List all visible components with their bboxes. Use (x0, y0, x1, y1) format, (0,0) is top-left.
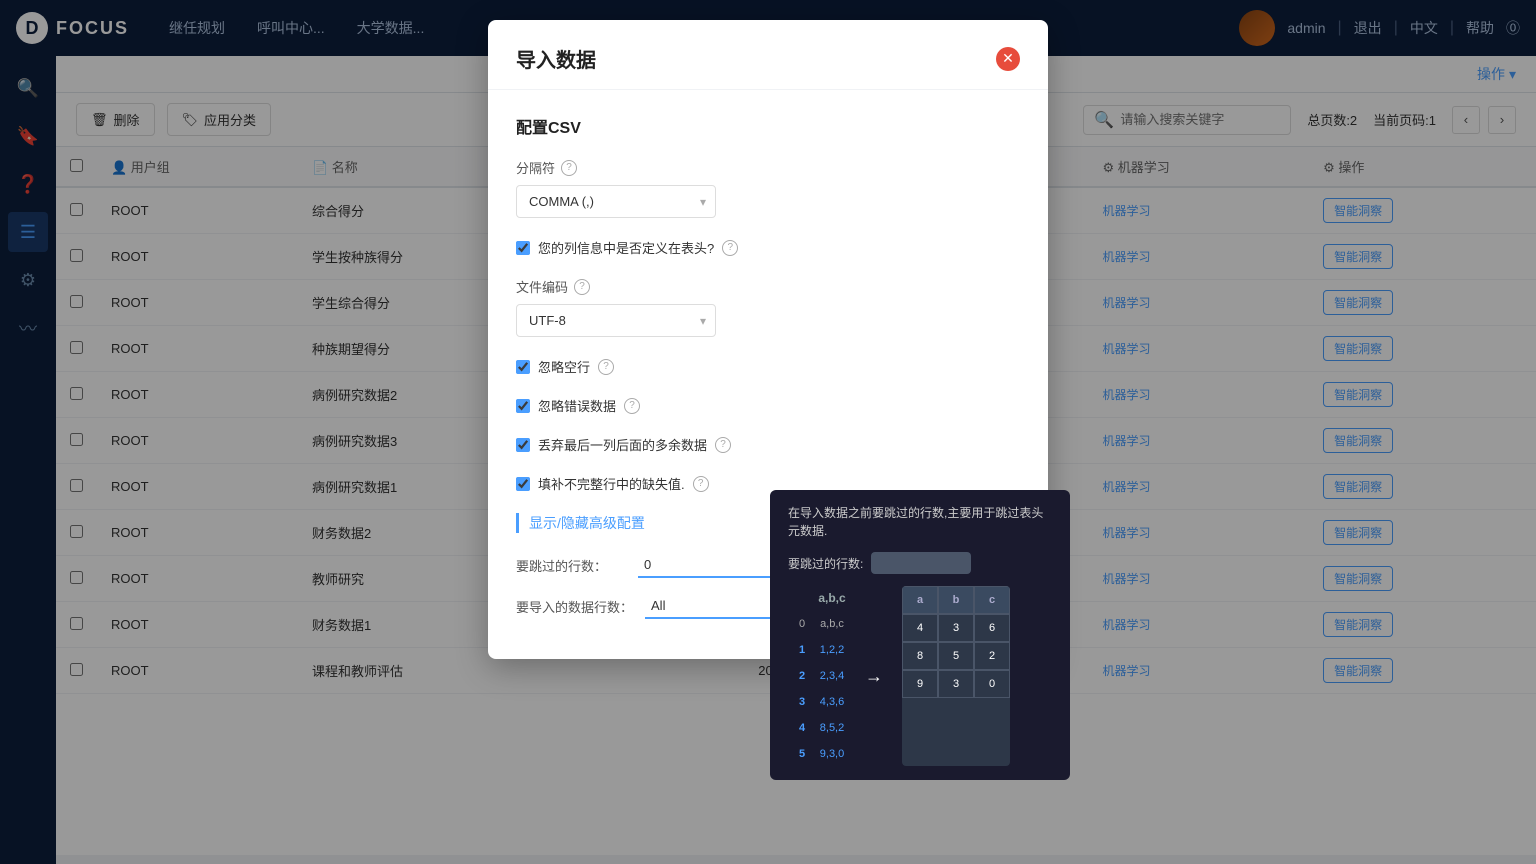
header-checkbox-row[interactable]: 您的列信息中是否定义在表头? ? (516, 238, 1020, 257)
fill-missing-help-icon[interactable]: ? (693, 476, 709, 492)
modal-close-button[interactable]: ✕ (996, 47, 1020, 71)
separator-select-wrapper: COMMA (,) TAB SEMICOLON (;) PIPE (|) ▾ (516, 185, 716, 218)
encoding-select[interactable]: UTF-8 GBK GB2312 ISO-8859-1 (516, 304, 716, 337)
encoding-group: 文件编码 ? UTF-8 GBK GB2312 ISO-8859-1 ▾ (516, 277, 1020, 337)
tooltip-rows-label: 要跳过的行数: (788, 552, 1052, 574)
import-rows-label: 要导入的数据行数： (516, 597, 633, 616)
encoding-label: 文件编码 ? (516, 277, 1020, 296)
tooltip-arrow: → (862, 586, 886, 766)
skip-error-group: 忽略错误数据 ? (516, 396, 1020, 415)
encoding-select-wrapper: UTF-8 GBK GB2312 ISO-8859-1 ▾ (516, 304, 716, 337)
skip-blank-row[interactable]: 忽略空行 ? (516, 357, 1020, 376)
separator-select[interactable]: COMMA (,) TAB SEMICOLON (;) PIPE (|) (516, 185, 716, 218)
fill-missing-checkbox[interactable] (516, 477, 530, 491)
header-checkbox[interactable] (516, 241, 530, 255)
discard-extra-help-icon[interactable]: ? (715, 437, 731, 453)
separator-label: 分隔符 ? (516, 158, 1020, 177)
encoding-help-icon[interactable]: ? (574, 279, 590, 295)
skip-blank-group: 忽略空行 ? (516, 357, 1020, 376)
section-title: 配置CSV (516, 114, 1020, 138)
header-checkbox-group: 您的列信息中是否定义在表头? ? (516, 238, 1020, 257)
separator-group: 分隔符 ? COMMA (,) TAB SEMICOLON (;) PIPE (… (516, 158, 1020, 218)
skip-rows-label: 要跳过的行数： (516, 556, 626, 575)
skip-blank-help-icon[interactable]: ? (598, 359, 614, 375)
skip-error-help-icon[interactable]: ? (624, 398, 640, 414)
skip-error-checkbox[interactable] (516, 399, 530, 413)
tooltip-table: 0 1 2 3 4 5 a,b,c a,b,c 1,2,2 2,3,4 4,3,… (788, 586, 1052, 766)
skip-rows-tooltip: 在导入数据之前要跳过的行数,主要用于跳过表头元数据. 要跳过的行数: 0 1 2… (770, 490, 1070, 780)
discard-extra-checkbox[interactable] (516, 438, 530, 452)
separator-help-icon[interactable]: ? (561, 160, 577, 176)
tooltip-rows-input[interactable] (871, 552, 971, 574)
discard-extra-row[interactable]: 丢弃最后一列后面的多余数据 ? (516, 435, 1020, 454)
header-help-icon[interactable]: ? (722, 240, 738, 256)
toggle-advanced-link[interactable]: 显示/隐藏高级配置 (529, 515, 645, 531)
discard-extra-group: 丢弃最后一列后面的多余数据 ? (516, 435, 1020, 454)
tooltip-left-table: 0 1 2 3 4 5 a,b,c a,b,c 1,2,2 2,3,4 4,3,… (788, 586, 846, 766)
modal-header: 导入数据 ✕ (488, 20, 1048, 90)
tooltip-right-table: a b c 4 3 6 8 5 2 9 3 0 (902, 586, 1010, 766)
modal-title: 导入数据 (516, 44, 596, 73)
tooltip-description: 在导入数据之前要跳过的行数,主要用于跳过表头元数据. (788, 504, 1052, 540)
skip-error-row[interactable]: 忽略错误数据 ? (516, 396, 1020, 415)
skip-blank-checkbox[interactable] (516, 360, 530, 374)
